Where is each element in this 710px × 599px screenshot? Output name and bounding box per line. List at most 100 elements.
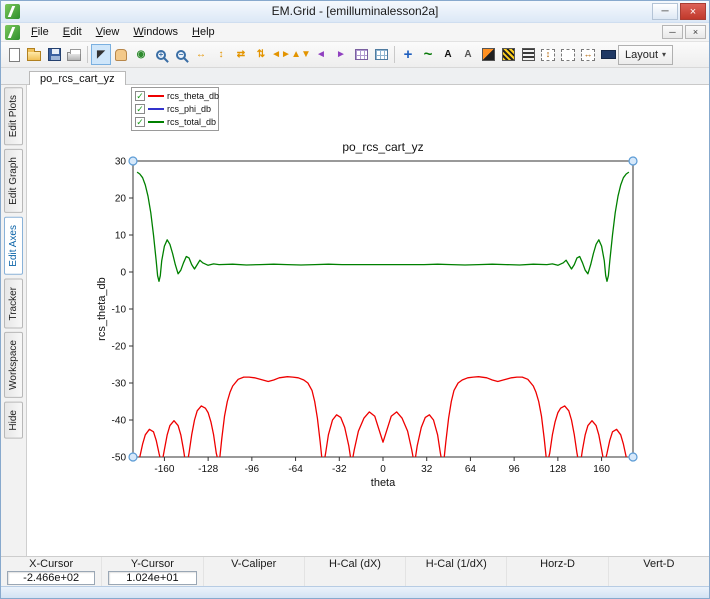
zoom-in-button[interactable]: + <box>151 44 171 65</box>
window-title: EM.Grid - [emilluminalesson2a] <box>81 4 629 18</box>
x-axis-label: theta <box>371 477 396 489</box>
menu-bar: FileEditViewWindowsHelp ─ × <box>1 23 709 42</box>
x-tick-label: 0 <box>380 464 386 475</box>
solid-swatch-button[interactable] <box>598 44 618 65</box>
shift-right-icon: ► <box>336 50 346 60</box>
status-header: Y-Cursor <box>102 557 202 570</box>
status-header: H-Cal (dX) <box>305 557 405 570</box>
sidebar-tab-edit-graph[interactable]: Edit Graph <box>4 149 23 213</box>
minimize-button[interactable]: ─ <box>652 3 678 20</box>
open-button[interactable] <box>24 44 44 65</box>
menu-file[interactable]: File <box>24 24 56 40</box>
status-header: H-Cal (1/dX) <box>406 557 506 570</box>
menu-edit[interactable]: Edit <box>56 24 89 40</box>
axes-grid-icon <box>375 49 388 60</box>
selection-anchor[interactable] <box>629 157 637 165</box>
shift-right-button[interactable]: ► <box>331 44 351 65</box>
track-point-button[interactable]: ◉ <box>131 44 151 65</box>
select-cursor-button[interactable]: ◤ <box>91 44 111 65</box>
new-icon <box>9 48 20 62</box>
axes-grid-button[interactable] <box>371 44 391 65</box>
title-bar[interactable]: EM.Grid - [emilluminalesson2a] ─ × <box>1 1 709 23</box>
print-button[interactable] <box>64 44 84 65</box>
fill-style-icon <box>502 48 515 61</box>
save-icon <box>48 48 61 61</box>
status-col-y-cursor: Y-Cursor1.024e+01 <box>102 557 203 586</box>
legend-line-sample <box>148 121 164 123</box>
full-scale-x-button[interactable]: ↔ <box>191 44 211 65</box>
plot-area[interactable]: po_rcs_cart_yzthetarcs_theta_db-160-128-… <box>27 85 709 556</box>
save-button[interactable] <box>44 44 64 65</box>
annotation-button[interactable]: A <box>438 44 458 65</box>
sidebar-tab-workspace[interactable]: Workspace <box>4 332 23 398</box>
caption-buttons: ─ × <box>652 3 706 20</box>
zoom-out-button[interactable]: − <box>171 44 191 65</box>
status-col-h-cal-dx-: H-Cal (dX) <box>305 557 406 586</box>
full-scale-x-icon: ↔ <box>196 50 206 60</box>
full-scale-y-icon: ↕ <box>219 50 224 60</box>
annotation-icon: A <box>444 50 451 60</box>
zoom-out-icon: − <box>176 50 186 60</box>
sidebar-tab-edit-axes[interactable]: Edit Axes <box>4 217 23 275</box>
text-label-button[interactable]: A <box>458 44 478 65</box>
data-table-button[interactable] <box>351 44 371 65</box>
main-area: Edit Plots Edit Graph Edit Axes Tracker Work… <box>1 85 709 556</box>
y-tick-label: -20 <box>112 342 127 353</box>
fill-style-button[interactable] <box>498 44 518 65</box>
color-style-button[interactable] <box>478 44 498 65</box>
new-button[interactable] <box>4 44 24 65</box>
mdi-minimize-button[interactable]: ─ <box>662 25 683 39</box>
y-tick-label: -30 <box>112 379 127 390</box>
selection-anchor[interactable] <box>129 157 137 165</box>
shift-left-button[interactable]: ◄ <box>311 44 331 65</box>
scale-x-button[interactable]: ◄► <box>271 44 291 65</box>
toolbar-separator <box>394 46 395 63</box>
series-rcs_total_db <box>137 172 629 281</box>
status-value: 1.024e+01 <box>108 571 196 585</box>
select-cursor-icon: ◤ <box>97 50 105 60</box>
mdi-caption-buttons: ─ × <box>662 25 706 39</box>
hatch-style-button[interactable] <box>518 44 538 65</box>
status-col-v-caliper: V-Caliper <box>204 557 305 586</box>
box-select-button[interactable] <box>558 44 578 65</box>
status-col-horz-d: Horz-D <box>507 557 608 586</box>
status-bar: X-Cursor-2.466e+02Y-Cursor1.024e+01V-Cal… <box>1 556 709 586</box>
chevron-down-icon: ▾ <box>662 50 666 59</box>
tab-strip: po_rcs_cart_yz <box>1 68 709 85</box>
expand-y-button[interactable]: ⇅ <box>251 44 271 65</box>
h-caliper-button[interactable]: ↔ <box>578 44 598 65</box>
close-button[interactable]: × <box>680 3 706 20</box>
v-caliper-icon: ↕ <box>541 49 555 61</box>
menu-view[interactable]: View <box>89 24 127 40</box>
menu-windows[interactable]: Windows <box>126 24 185 40</box>
sidebar-tab-edit-plots[interactable]: Edit Plots <box>4 87 23 145</box>
plot-legend: ✓rcs_theta_db✓rcs_phi_db✓rcs_total_db <box>131 87 219 131</box>
mdi-close-button[interactable]: × <box>685 25 706 39</box>
selection-anchor[interactable] <box>629 453 637 461</box>
y-tick-label: 10 <box>115 231 127 242</box>
menu-help[interactable]: Help <box>185 24 222 40</box>
sidebar-tab-hide[interactable]: Hide <box>4 402 23 439</box>
scale-y-button[interactable]: ▲▼ <box>291 44 311 65</box>
y-tick-label: 30 <box>115 157 127 168</box>
full-scale-y-button[interactable]: ↕ <box>211 44 231 65</box>
curves-group <box>137 172 629 472</box>
y-axis-label: rcs_theta_db <box>96 277 108 341</box>
add-curve-button[interactable]: ~ <box>418 44 438 65</box>
legend-checkbox[interactable]: ✓ <box>135 104 145 114</box>
sidebar-tab-tracker[interactable]: Tracker <box>4 279 23 329</box>
status-col-vert-d: Vert-D <box>609 557 709 586</box>
legend-checkbox[interactable]: ✓ <box>135 117 145 127</box>
expand-x-button[interactable]: ⇄ <box>231 44 251 65</box>
legend-item: ✓rcs_theta_db <box>135 90 215 102</box>
layout-button-label: Layout <box>625 49 658 61</box>
x-tick-label: 64 <box>465 464 477 475</box>
selection-anchor[interactable] <box>129 453 137 461</box>
v-caliper-button[interactable]: ↕ <box>538 44 558 65</box>
x-tick-label: 96 <box>509 464 521 475</box>
layout-button[interactable]: Layout ▾ <box>618 45 673 65</box>
add-plot-button[interactable]: + <box>398 44 418 65</box>
pan-hand-button[interactable] <box>111 44 131 65</box>
legend-checkbox[interactable]: ✓ <box>135 91 145 101</box>
document-icon[interactable] <box>5 25 20 40</box>
